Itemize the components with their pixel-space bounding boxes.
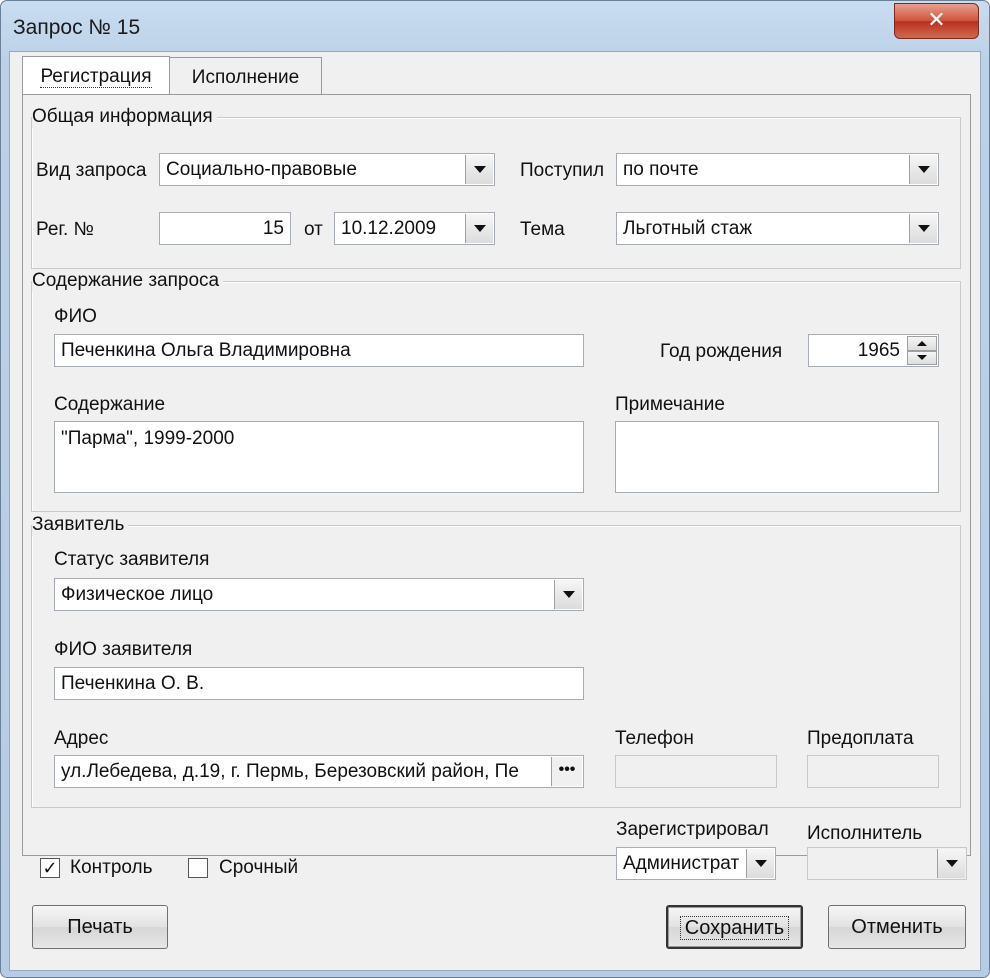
chevron-down-icon <box>473 166 486 173</box>
note-label: Примечание <box>615 394 725 415</box>
save-button[interactable]: Сохранить <box>666 905 803 949</box>
urgent-label[interactable]: Срочный <box>219 857 298 879</box>
executor-select[interactable] <box>807 847 967 880</box>
address-label: Адрес <box>54 728 109 749</box>
tab-registration[interactable]: Регистрация <box>22 56 170 97</box>
birth-year-value: 1965 <box>857 340 900 361</box>
tab-panel-registration: Общая информация Вид запроса Социально-п… <box>22 94 971 856</box>
control-label[interactable]: Контроль <box>70 857 153 879</box>
chevron-down-icon <box>473 225 486 232</box>
applicant-status-value: Физическое лицо <box>61 584 214 605</box>
group-content-legend: Содержание запроса <box>32 270 224 292</box>
applicant-fio-field[interactable]: Печенкина О. В. <box>54 667 584 700</box>
applicant-status-dropdown-button[interactable] <box>554 580 582 609</box>
spin-down-button[interactable] <box>907 350 937 365</box>
cancel-button[interactable]: Отменить <box>828 905 966 949</box>
chevron-down-icon <box>917 225 930 232</box>
note-textarea[interactable] <box>615 421 939 493</box>
content-value: "Парма", 1999-2000 <box>61 428 235 449</box>
applicant-status-select[interactable]: Физическое лицо <box>54 578 584 611</box>
close-icon: ✕ <box>927 7 946 32</box>
tab-execution-label: Исполнение <box>191 67 300 88</box>
save-button-label: Сохранить <box>679 916 790 940</box>
chevron-down-icon <box>945 860 958 867</box>
birth-year-spinner[interactable]: 1965 <box>808 334 939 367</box>
applicant-status-label: Статус заявителя <box>54 549 210 570</box>
prepaid-label: Предоплата <box>807 728 914 749</box>
received-dropdown-button[interactable] <box>909 155 937 184</box>
request-type-dropdown-button[interactable] <box>465 155 493 184</box>
applicant-fio-label: ФИО заявителя <box>54 639 193 660</box>
fio-field[interactable]: Печенкина Ольга Владимировна <box>54 334 584 367</box>
chevron-down-icon <box>917 166 930 173</box>
fio-value: Печенкина Ольга Владимировна <box>61 340 351 361</box>
window-title: Запрос № 15 <box>13 16 141 39</box>
dialog-client: Регистрация Исполнение Общая информация … <box>9 51 981 971</box>
fio-label: ФИО <box>54 306 97 327</box>
group-general-legend: Общая информация <box>32 106 217 128</box>
received-label: Поступил <box>520 160 605 181</box>
reg-no-value: 15 <box>262 218 284 239</box>
print-button[interactable]: Печать <box>32 905 168 949</box>
phone-field[interactable] <box>615 755 777 788</box>
content-label: Содержание <box>54 394 166 415</box>
date-label: от <box>304 219 323 240</box>
group-applicant-legend: Заявитель <box>32 514 129 536</box>
group-request-content: Содержание запроса ФИО Печенкина Ольга В… <box>31 270 961 512</box>
close-button[interactable]: ✕ <box>894 3 979 39</box>
registered-by-label: Зарегистрировал <box>616 819 769 840</box>
date-value: 10.12.2009 <box>341 218 437 239</box>
address-value: ул.Лебедева, д.19, г. Пермь, Березовский… <box>61 761 519 782</box>
spin-up-button[interactable] <box>907 336 937 351</box>
request-type-select[interactable]: Социально-правовые <box>159 153 495 186</box>
executor-label: Исполнитель <box>807 823 923 844</box>
checkmark-icon: ✓ <box>42 858 58 878</box>
topic-label: Тема <box>520 219 565 240</box>
chevron-down-icon <box>754 860 767 867</box>
chevron-up-icon <box>917 340 927 346</box>
reg-no-field[interactable]: 15 <box>159 212 291 245</box>
address-browse-button[interactable]: ••• <box>551 757 582 786</box>
request-type-label: Вид запроса <box>36 160 147 181</box>
dialog-window: Запрос № 15 ✕ Регистрация Исполнение Общ… <box>0 0 990 978</box>
control-checkbox[interactable]: ✓ <box>40 858 60 878</box>
received-value: по почте <box>623 159 699 180</box>
tab-registration-label: Регистрация <box>40 66 152 88</box>
registered-by-select[interactable]: Администрат <box>616 847 776 880</box>
group-general-info: Общая информация Вид запроса Социально-п… <box>31 106 961 269</box>
tab-execution[interactable]: Исполнение <box>169 57 322 96</box>
prepaid-field[interactable] <box>807 755 939 788</box>
applicant-fio-value: Печенкина О. В. <box>61 673 205 694</box>
topic-select[interactable]: Льготный стаж <box>616 212 939 245</box>
birth-year-spin <box>907 336 937 365</box>
registered-by-value: Администрат <box>623 853 740 874</box>
date-dropdown-button[interactable] <box>465 214 493 243</box>
print-button-label: Печать <box>67 916 133 938</box>
topic-value: Льготный стаж <box>623 218 753 239</box>
chevron-down-icon <box>917 355 927 361</box>
urgent-checkbox[interactable] <box>188 858 208 878</box>
date-picker[interactable]: 10.12.2009 <box>334 212 495 245</box>
address-field[interactable]: ул.Лебедева, д.19, г. Пермь, Березовский… <box>54 755 584 788</box>
cancel-button-label: Отменить <box>851 916 943 938</box>
content-textarea[interactable]: "Парма", 1999-2000 <box>54 421 584 493</box>
received-select[interactable]: по почте <box>616 153 939 186</box>
group-applicant: Заявитель Статус заявителя Физическое ли… <box>31 514 961 808</box>
topic-dropdown-button[interactable] <box>909 214 937 243</box>
registered-by-dropdown-button[interactable] <box>746 849 774 878</box>
chevron-down-icon <box>562 591 575 598</box>
birth-year-label: Год рождения <box>660 341 783 362</box>
executor-dropdown-button[interactable] <box>937 849 965 878</box>
phone-label: Телефон <box>615 728 694 749</box>
request-type-value: Социально-правовые <box>166 159 357 180</box>
title-bar[interactable]: Запрос № 15 ✕ <box>1 1 989 51</box>
reg-no-label: Рег. № <box>36 219 94 240</box>
